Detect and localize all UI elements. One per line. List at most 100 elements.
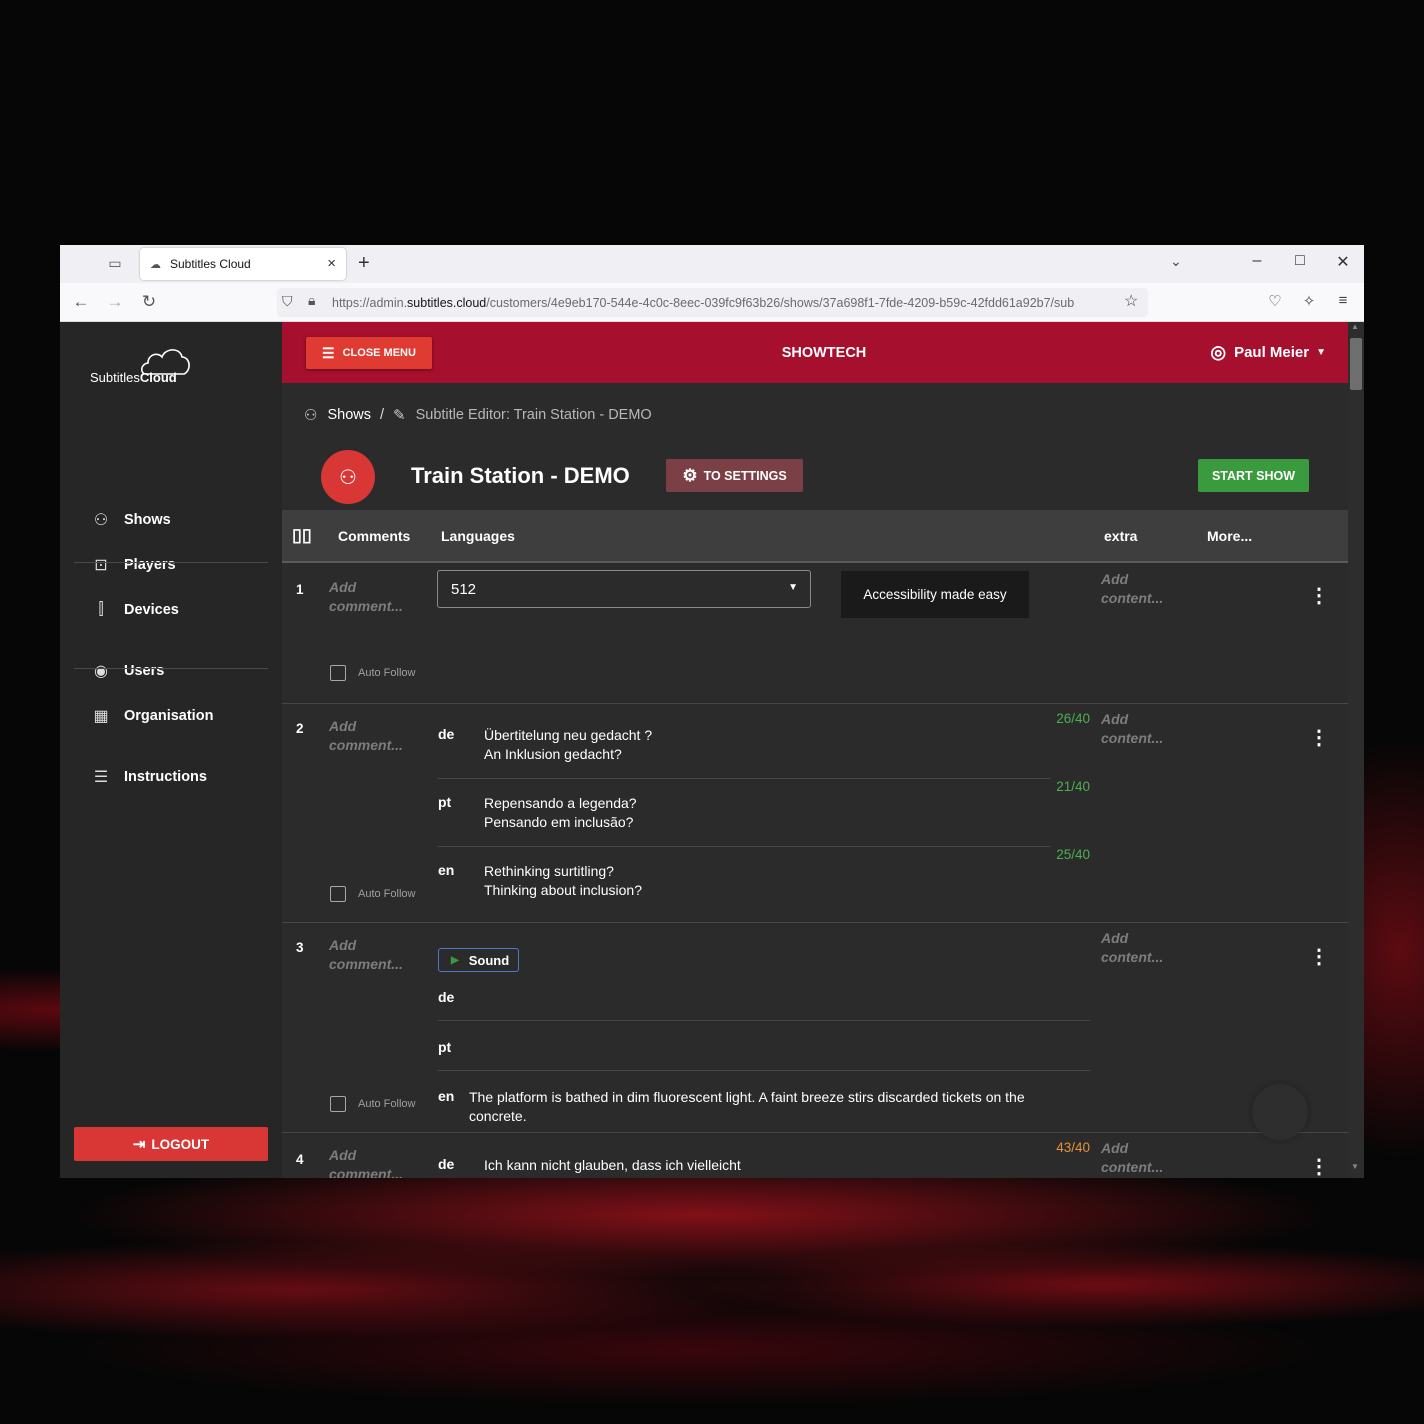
close-tab-icon[interactable]: × (327, 255, 336, 272)
lock-icon[interactable]: 🔒︎ (308, 292, 315, 309)
book-icon[interactable]: ▯▯ (292, 525, 312, 546)
lang-code: de (438, 1156, 455, 1172)
auto-follow-checkbox[interactable] (330, 665, 346, 681)
sidebar-item-devices[interactable]: ⫿ Devices (90, 598, 178, 622)
kebab-menu-icon[interactable]: ⋮ (1309, 1154, 1329, 1178)
url-field[interactable]: https://admin. subtitles.cloud/customers/… (277, 288, 1148, 317)
maximize-icon[interactable]: □ (1290, 252, 1310, 270)
floating-action-button[interactable] (1252, 1084, 1308, 1140)
subtitle-text[interactable]: The platform is bathed in dim fluorescen… (469, 1088, 1089, 1126)
subtitle-line: Repensando a legenda? (484, 795, 637, 811)
user-menu[interactable]: ◎ Paul Meier ▼ (1210, 342, 1326, 363)
row-number: 2 (296, 721, 304, 736)
menu-icon[interactable]: ≡ (1333, 292, 1353, 309)
header-languages[interactable]: Languages (441, 528, 515, 544)
add-content-field[interactable]: Add content... (1101, 710, 1191, 748)
lang-code: en (438, 862, 455, 878)
minimize-icon[interactable]: – (1247, 252, 1267, 270)
kebab-menu-icon[interactable]: ⋮ (1309, 583, 1329, 608)
auto-follow-checkbox[interactable] (330, 1096, 346, 1112)
sidebar-item-instructions[interactable]: ☰ Instructions (90, 765, 207, 789)
browser-tab[interactable]: ☁ Subtitles Cloud × (140, 248, 346, 280)
lang-code: de (438, 726, 455, 742)
subtitle-line: Pensando em inclusão? (484, 814, 634, 830)
star-icon[interactable]: ☆ (1124, 291, 1138, 311)
page-title: Train Station - DEMO (411, 463, 630, 488)
subtitle-text[interactable]: Ich kann nicht glauben, dass ich viellei… (484, 1156, 741, 1175)
header-more[interactable]: More... (1207, 528, 1252, 544)
to-settings-button[interactable]: ⚙ TO SETTINGS (666, 459, 803, 492)
lang-divider (438, 778, 1050, 779)
sidebar-item-label: Instructions (124, 769, 207, 785)
char-counter: 25/40 (1056, 847, 1090, 862)
sidebar-item-players[interactable]: ⊡ Players (90, 553, 175, 577)
sidebar-divider (74, 668, 268, 669)
kebab-menu-icon[interactable]: ⋮ (1309, 725, 1329, 750)
breadcrumb-shows[interactable]: Shows (327, 407, 371, 423)
user-circle-icon: ◎ (1210, 342, 1227, 362)
new-tab-icon[interactable]: + (358, 252, 370, 275)
play-icon: ▶ (451, 954, 459, 966)
cloud-icon: ☁ (150, 258, 161, 271)
browser-window: ▭ ☁ Subtitles Cloud × + ⌄ – □ ✕ ← → ↻ ht… (60, 245, 1364, 1178)
logo[interactable]: SubtitlesCloud (88, 344, 198, 386)
lang-divider (438, 1070, 1090, 1071)
forward-icon[interactable]: → (105, 292, 125, 312)
auto-follow-toggle[interactable]: Auto Follow (330, 665, 415, 681)
header-extra[interactable]: extra (1104, 528, 1137, 544)
url-path: /customers/4e9eb170-544e-4c0c-8eec-039fc… (486, 295, 1075, 310)
subtitle-text[interactable]: Übertitelung neu gedacht ? An Inklusion … (484, 726, 652, 764)
auto-follow-checkbox[interactable] (330, 886, 346, 902)
logo-text: SubtitlesCloud (90, 370, 177, 385)
settings-label: TO SETTINGS (703, 468, 787, 483)
extensions-icon[interactable]: ✧ (1299, 292, 1319, 310)
auto-follow-toggle[interactable]: Auto Follow (330, 1096, 415, 1112)
chevron-down-icon[interactable]: ⌄ (1170, 253, 1182, 270)
tab-list-icon[interactable]: ▭ (106, 255, 124, 273)
add-comment-field[interactable]: Add comment... (329, 1146, 419, 1178)
app: SubtitlesCloud ⚇ Shows ⊡ Players ⫿ Devic… (60, 322, 1364, 1178)
scroll-up-icon[interactable]: ▲ (1351, 322, 1359, 331)
sidebar: SubtitlesCloud ⚇ Shows ⊡ Players ⫿ Devic… (60, 322, 282, 1178)
logout-icon: ⇥ (132, 1136, 146, 1153)
subtitle-text[interactable]: Rethinking surtitling? Thinking about in… (484, 862, 642, 900)
auto-follow-toggle[interactable]: Auto Follow (330, 886, 415, 902)
sidebar-item-organisation[interactable]: ▦ Organisation (90, 704, 213, 728)
add-content-field[interactable]: Add content... (1101, 929, 1191, 967)
sidebar-item-label: Organisation (124, 708, 214, 724)
add-comment-field[interactable]: Add comment... (329, 717, 419, 755)
subtitle-text[interactable]: Repensando a legenda? Pensando em inclus… (484, 794, 637, 832)
subtitle-line: Übertitelung neu gedacht ? (484, 727, 653, 743)
add-comment-field[interactable]: Add comment... (329, 936, 419, 974)
add-content-field[interactable]: Add content... (1101, 1139, 1191, 1177)
back-icon[interactable]: ← (71, 292, 91, 312)
sidebar-item-users[interactable]: ◉ Users (90, 659, 164, 683)
reload-icon[interactable]: ↻ (139, 292, 159, 312)
app-title: SHOWTECH (781, 345, 867, 361)
shield-icon[interactable]: ⛉ (282, 293, 293, 310)
logout-button[interactable]: ⇥ LOGOUT (74, 1127, 268, 1161)
sound-label: Sound (468, 952, 510, 968)
sidebar-item-shows[interactable]: ⚇ Shows (90, 508, 171, 532)
language-select[interactable]: 512 ▼ (437, 570, 811, 608)
sidebar-item-label: Shows (124, 512, 171, 528)
pocket-icon[interactable]: ♡ (1265, 292, 1285, 310)
auto-follow-label: Auto Follow (358, 667, 416, 679)
subtitle-line: Thinking about inclusion? (484, 882, 642, 898)
scrollbar-thumb[interactable] (1350, 338, 1362, 390)
subtitle-line: concrete. (469, 1108, 527, 1124)
row-number: 4 (296, 1152, 304, 1167)
logout-label: LOGOUT (151, 1136, 210, 1152)
start-show-button[interactable]: START SHOW (1198, 459, 1309, 492)
kebab-menu-icon[interactable]: ⋮ (1309, 944, 1329, 969)
add-comment-field[interactable]: Add comment... (329, 578, 419, 616)
add-content-field[interactable]: Add content... (1101, 570, 1191, 608)
close-window-icon[interactable]: ✕ (1333, 252, 1353, 272)
masks-icon: ⚇ (304, 407, 318, 424)
header-comments[interactable]: Comments (338, 528, 410, 544)
scrollbar[interactable]: ▲ ▼ (1348, 322, 1364, 1178)
select-value: 512 (451, 580, 477, 598)
url-prefix: https://admin. (332, 295, 408, 310)
scroll-down-icon[interactable]: ▼ (1351, 1162, 1359, 1171)
sound-cue-button[interactable]: ▶ Sound (438, 948, 519, 972)
